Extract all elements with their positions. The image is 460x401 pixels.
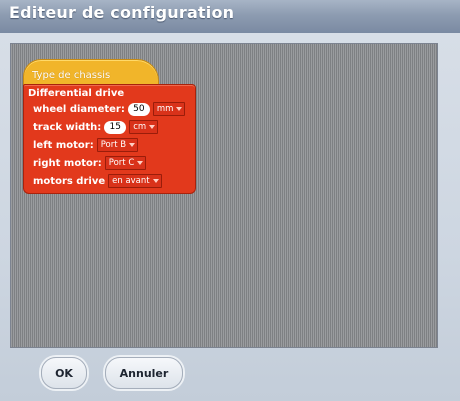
wheel-diameter-row: wheel diameter: 50 mm bbox=[33, 101, 186, 117]
motors-drive-label: motors drive bbox=[33, 175, 106, 187]
right-motor-value: Port C bbox=[108, 158, 135, 168]
wheel-diameter-unit-dropdown[interactable]: mm bbox=[152, 102, 186, 116]
dropdown-caret-icon bbox=[152, 179, 159, 183]
track-width-unit-dropdown[interactable]: cm bbox=[129, 120, 159, 134]
wheel-diameter-unit-value: mm bbox=[156, 104, 174, 114]
motors-drive-row: motors drive en avant bbox=[33, 173, 162, 189]
left-motor-row: left motor: Port B bbox=[33, 137, 139, 153]
wheel-diameter-label: wheel diameter: bbox=[33, 103, 125, 115]
dropdown-caret-icon bbox=[129, 143, 136, 147]
track-width-row: track width: 15 cm bbox=[33, 119, 159, 135]
ok-button[interactable]: OK bbox=[41, 357, 87, 389]
block-title: Differential drive bbox=[28, 88, 125, 99]
right-motor-label: right motor: bbox=[33, 157, 102, 169]
left-motor-label: left motor: bbox=[33, 139, 94, 151]
left-motor-value: Port B bbox=[100, 140, 127, 150]
right-motor-row: right motor: Port C bbox=[33, 155, 147, 171]
cancel-button[interactable]: Annuler bbox=[105, 357, 183, 389]
differential-drive-block[interactable]: Differential drive wheel diameter: 50 mm… bbox=[23, 84, 196, 194]
wheel-diameter-input[interactable]: 50 bbox=[127, 102, 150, 116]
title-bar: Editeur de configuration bbox=[0, 0, 460, 34]
right-motor-dropdown[interactable]: Port C bbox=[104, 156, 147, 170]
window-title: Editeur de configuration bbox=[9, 3, 235, 22]
left-motor-dropdown[interactable]: Port B bbox=[96, 138, 139, 152]
motors-drive-dropdown[interactable]: en avant bbox=[108, 174, 162, 188]
hat-block-label: Type de chassis bbox=[32, 70, 111, 81]
motors-drive-value: en avant bbox=[112, 176, 150, 186]
dropdown-caret-icon bbox=[137, 161, 144, 165]
track-width-input[interactable]: 15 bbox=[104, 120, 127, 134]
dropdown-caret-icon bbox=[176, 107, 183, 111]
track-width-label: track width: bbox=[33, 121, 102, 133]
dropdown-caret-icon bbox=[149, 125, 156, 129]
track-width-unit-value: cm bbox=[133, 122, 147, 132]
